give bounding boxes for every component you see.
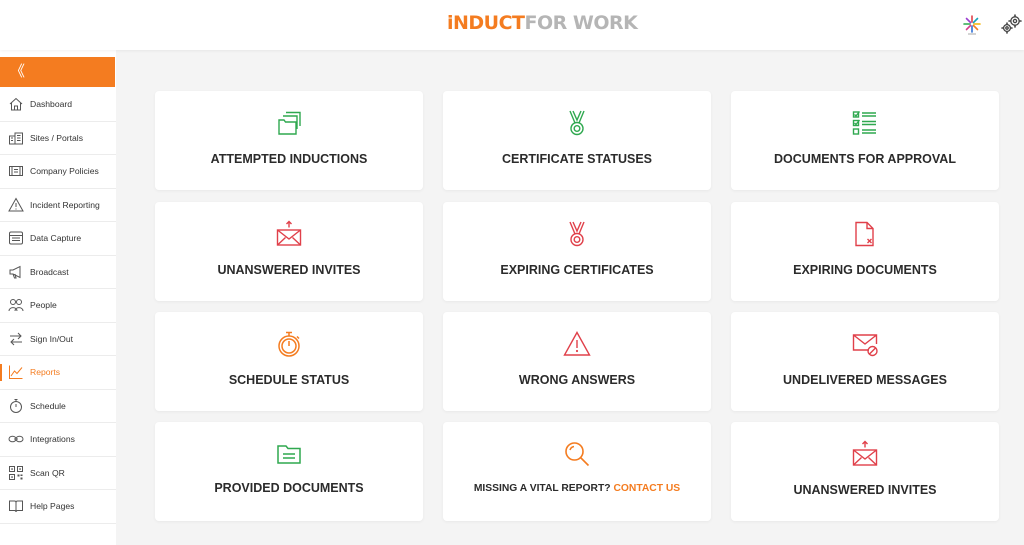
sidebar-item-integrations[interactable]: Integrations bbox=[0, 423, 116, 457]
sidebar-collapse-button[interactable]: 《 bbox=[0, 57, 115, 87]
card-unanswered-invites-2[interactable]: UNANSWERED INVITES bbox=[731, 422, 999, 521]
envelope-send-icon bbox=[852, 440, 878, 466]
stopwatch-icon bbox=[10, 398, 22, 413]
sidebar-item-label: Incident Reporting bbox=[30, 199, 100, 210]
card-title: MISSING A VITAL REPORT? CONTACT US bbox=[473, 483, 681, 494]
sidebar-item-label: Broadcast bbox=[30, 266, 69, 277]
card-provided-documents[interactable]: PROVIDED DOCUMENTS bbox=[155, 422, 423, 521]
card-wrong-answers[interactable]: WRONG ANSWERS bbox=[443, 312, 711, 411]
magnifier-icon bbox=[565, 442, 590, 467]
sidebar-item-label: Schedule bbox=[30, 400, 66, 411]
sidebar-item-incident-reporting[interactable]: Incident Reporting bbox=[0, 189, 116, 222]
sidebar-item-scan-qr[interactable]: Scan QR bbox=[0, 457, 116, 490]
card-title: UNDELIVERED MESSAGES bbox=[783, 373, 947, 387]
sidebar-item-broadcast[interactable]: Broadcast bbox=[0, 256, 116, 289]
card-title: UNANSWERED INVITES bbox=[793, 483, 937, 497]
medal-icon bbox=[569, 221, 585, 247]
sidebar-item-reports[interactable]: Reports bbox=[0, 356, 116, 390]
card-title: PROVIDED DOCUMENTS bbox=[214, 481, 364, 495]
sidebar-nav: Dashboard Sites / Portals Company Polici… bbox=[0, 88, 116, 524]
megaphone-icon bbox=[9, 265, 21, 279]
sidebar-item-label: Reports bbox=[30, 367, 61, 378]
sidebar-item-label: People bbox=[30, 300, 57, 311]
link-icon bbox=[8, 435, 24, 443]
card-undelivered-messages[interactable]: UNDELIVERED MESSAGES bbox=[731, 312, 999, 411]
sidebar-item-company-policies[interactable]: Company Policies bbox=[0, 155, 116, 189]
card-title: CERTIFICATE STATUSES bbox=[502, 152, 652, 166]
card-unanswered-invites[interactable]: UNANSWERED INVITES bbox=[155, 202, 423, 301]
sidebar-item-label: Integrations bbox=[30, 434, 75, 445]
app-logo[interactable]: iNDUCTFOR WORK bbox=[447, 12, 638, 34]
folder-icon bbox=[277, 445, 301, 464]
book-icon bbox=[9, 500, 23, 513]
envelope-send-icon bbox=[276, 220, 302, 246]
card-title: ATTEMPTED INDUCTIONS bbox=[210, 152, 368, 166]
buildings-icon bbox=[9, 132, 23, 145]
sidebar-item-sign-in-out[interactable]: Sign In/Out bbox=[0, 323, 116, 356]
settings-gears-icon[interactable] bbox=[1000, 12, 1024, 36]
home-icon bbox=[9, 98, 23, 111]
document-x-icon bbox=[855, 221, 874, 247]
card-schedule-status[interactable]: SCHEDULE STATUS bbox=[155, 312, 423, 411]
policy-icon bbox=[9, 166, 23, 177]
card-expiring-certificates[interactable]: EXPIRING CERTIFICATES bbox=[443, 202, 711, 301]
warning-triangle-icon bbox=[563, 331, 591, 356]
envelope-blocked-icon bbox=[852, 334, 878, 357]
top-header: iNDUCTFOR WORK bbox=[0, 0, 1024, 50]
sign-in-out-icon bbox=[10, 332, 22, 346]
sidebar-item-label: Data Capture bbox=[30, 233, 82, 244]
card-title: UNANSWERED INVITES bbox=[217, 263, 361, 277]
chevron-double-left-icon: 《 bbox=[10, 63, 26, 80]
sidebar: 《 Dashboard Sites / Portals Company Poli… bbox=[0, 50, 116, 545]
card-title: SCHEDULE STATUS bbox=[228, 373, 350, 387]
sidebar-item-data-capture[interactable]: Data Capture bbox=[0, 222, 116, 256]
card-title: WRONG ANSWERS bbox=[518, 373, 636, 387]
contact-us-link[interactable]: CONTACT US bbox=[613, 483, 680, 494]
card-expiring-documents[interactable]: EXPIRING DOCUMENTS bbox=[731, 202, 999, 301]
sidebar-item-schedule[interactable]: Schedule bbox=[0, 390, 116, 423]
card-certificate-statuses[interactable]: CERTIFICATE STATUSES bbox=[443, 91, 711, 190]
warning-icon bbox=[8, 197, 24, 212]
sidebar-item-label: Company Policies bbox=[30, 166, 99, 177]
sidebar-item-label: Sites / Portals bbox=[30, 132, 84, 143]
stopwatch-icon bbox=[278, 331, 300, 357]
data-capture-icon bbox=[9, 231, 23, 245]
checklist-icon bbox=[852, 111, 876, 135]
sidebar-item-dashboard[interactable]: Dashboard bbox=[0, 88, 116, 122]
sidebar-item-label: Scan QR bbox=[30, 467, 65, 478]
card-attempted-inductions[interactable]: ATTEMPTED INDUCTIONS bbox=[155, 91, 423, 190]
card-missing-vital-report[interactable]: MISSING A VITAL REPORT? CONTACT US bbox=[443, 422, 711, 521]
sidebar-item-people[interactable]: People bbox=[0, 289, 116, 323]
sidebar-item-sites-portals[interactable]: Sites / Portals bbox=[0, 122, 116, 155]
card-title: EXPIRING DOCUMENTS bbox=[793, 263, 937, 277]
sidebar-item-help-pages[interactable]: Help Pages bbox=[0, 490, 116, 524]
reports-icon bbox=[9, 365, 23, 380]
folders-icon bbox=[278, 111, 301, 135]
card-title: EXPIRING CERTIFICATES bbox=[500, 263, 654, 277]
sidebar-item-label: Sign In/Out bbox=[30, 333, 73, 344]
qr-code-icon bbox=[9, 465, 23, 480]
sidebar-item-label: Help Pages bbox=[30, 501, 75, 512]
card-title: DOCUMENTS FOR APPROVAL bbox=[774, 152, 956, 166]
people-icon bbox=[8, 299, 24, 312]
medal-icon bbox=[569, 110, 585, 136]
company-logo-icon[interactable] bbox=[960, 12, 984, 36]
card-documents-for-approval[interactable]: DOCUMENTS FOR APPROVAL bbox=[731, 91, 999, 190]
sidebar-item-label: Dashboard bbox=[30, 99, 73, 110]
